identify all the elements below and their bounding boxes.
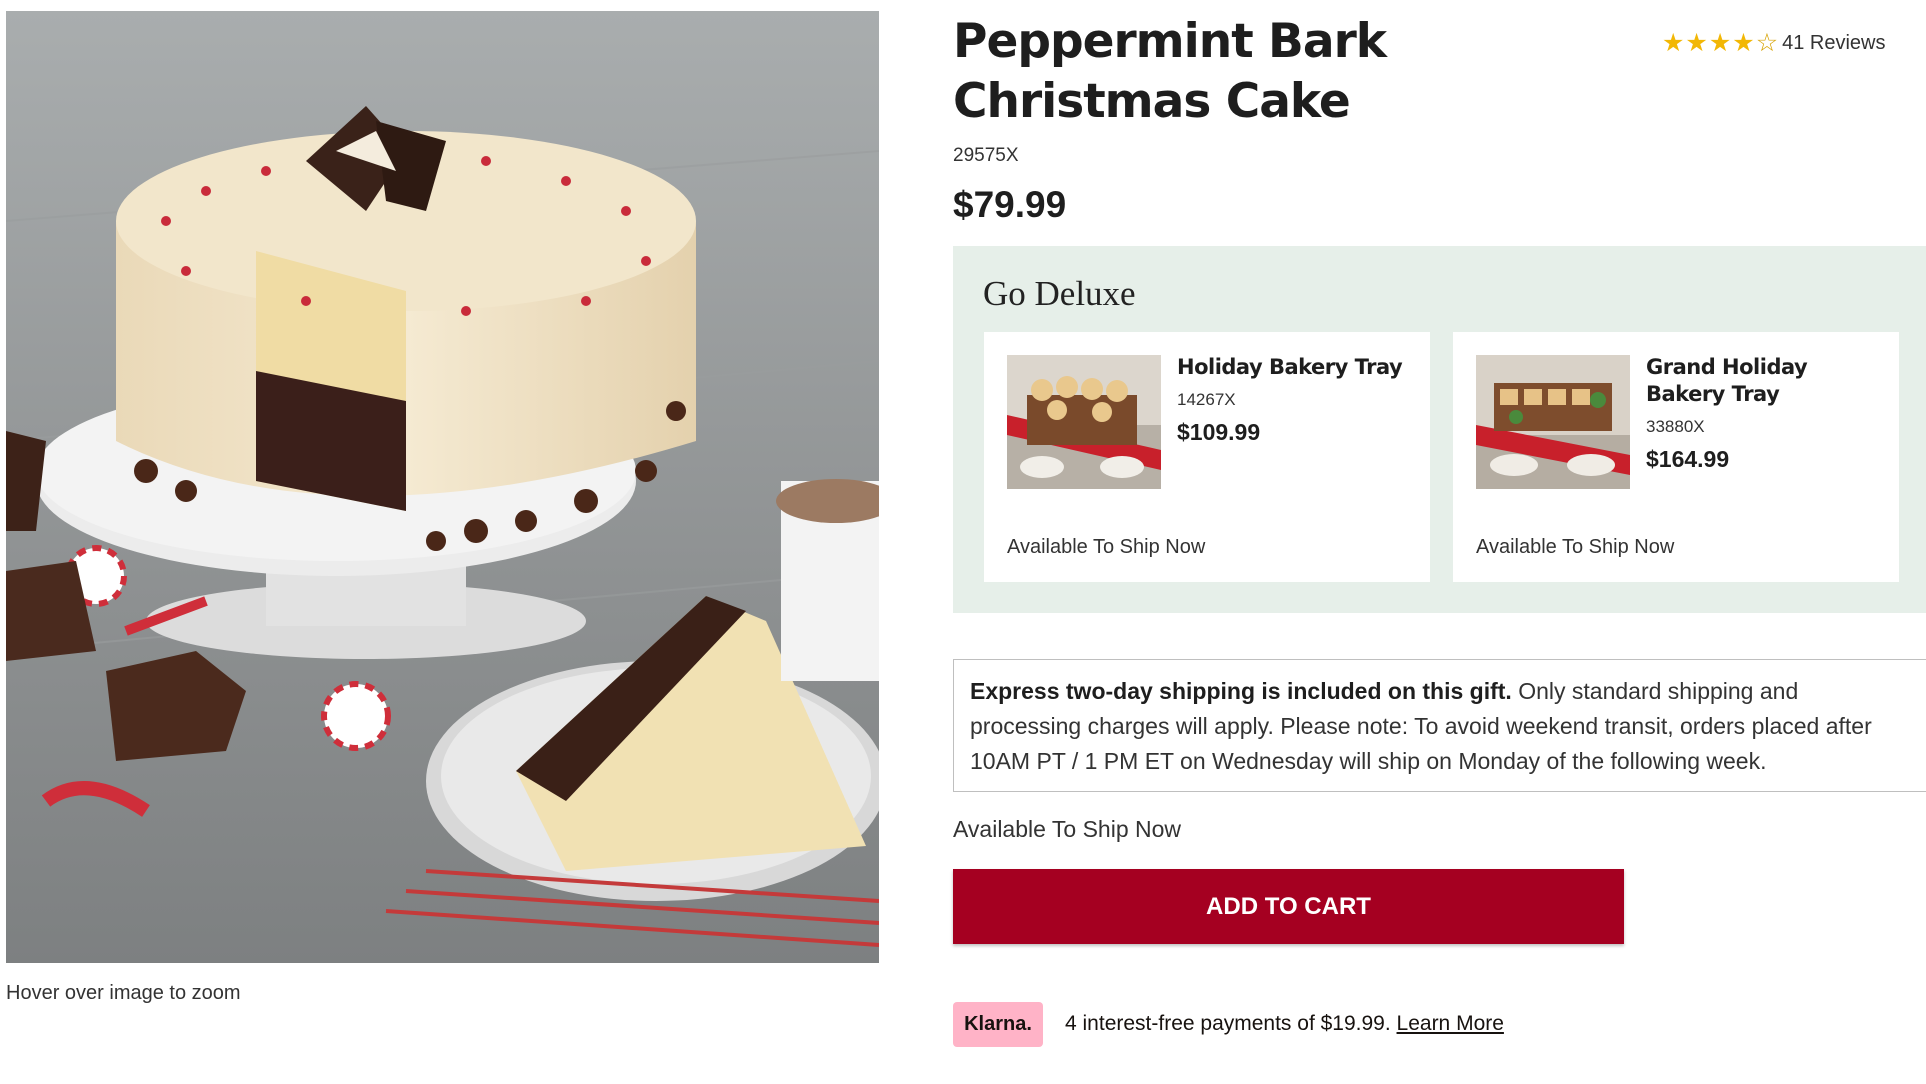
product-title: Peppermint Bark Christmas Cake (953, 14, 1387, 129)
star-icon: ★ (1708, 29, 1732, 57)
go-deluxe-heading: Go Deluxe (983, 274, 1136, 313)
shipping-notice-bold: Express two-day shipping is included on … (970, 678, 1512, 704)
reviews-link[interactable]: 41 Reviews (1782, 32, 1885, 55)
availability-status: Available To Ship Now (953, 816, 1182, 842)
product-image[interactable] (6, 11, 879, 963)
upsell-name[interactable]: Grand Holiday Bakery Tray (1646, 354, 1886, 408)
upsell-price: $109.99 (1177, 419, 1261, 445)
star-icon: ★ (1732, 29, 1755, 57)
rating-stars: ★ ★ ★ ★ ☆ (1662, 29, 1778, 57)
upsell-sku: 14267X (1177, 390, 1236, 409)
klarna-text: 4 interest-free payments of $19.99. (1065, 1012, 1391, 1035)
star-icon: ★ (1662, 29, 1685, 57)
shipping-notice: Express two-day shipping is included on … (953, 659, 1926, 792)
klarna-learn-more-link[interactable]: Learn More (1397, 1012, 1504, 1035)
product-price: $79.99 (953, 184, 1067, 225)
upsell-price: $164.99 (1646, 446, 1730, 472)
upsell-image[interactable] (1007, 355, 1161, 489)
upsell-card[interactable]: Holiday Bakery Tray 14267X $109.99 Avail… (984, 332, 1430, 582)
upsell-card[interactable]: Grand Holiday Bakery Tray 33880X $164.99… (1453, 332, 1899, 582)
upsell-sku: 33880X (1646, 417, 1705, 436)
go-deluxe-panel: Go Deluxe Holiday Bakery Tray 14267X $10… (953, 246, 1926, 613)
star-icon: ★ (1685, 29, 1708, 57)
upsell-image[interactable] (1476, 355, 1630, 489)
upsell-name[interactable]: Holiday Bakery Tray (1177, 354, 1417, 381)
product-rating[interactable]: ★ ★ ★ ★ ☆ 41 Reviews (1662, 29, 1886, 57)
product-sku: 29575X (953, 145, 1019, 166)
upsell-availability: Available To Ship Now (1476, 536, 1675, 558)
add-to-cart-button[interactable]: ADD TO CART (953, 869, 1624, 944)
zoom-hint: Hover over image to zoom (6, 982, 241, 1004)
upsell-availability: Available To Ship Now (1007, 536, 1206, 558)
klarna-logo: Klarna. (953, 1002, 1043, 1047)
star-outline-icon: ☆ (1755, 29, 1779, 57)
klarna-message: 4 interest-free payments of $19.99. Lear… (1065, 1012, 1504, 1036)
